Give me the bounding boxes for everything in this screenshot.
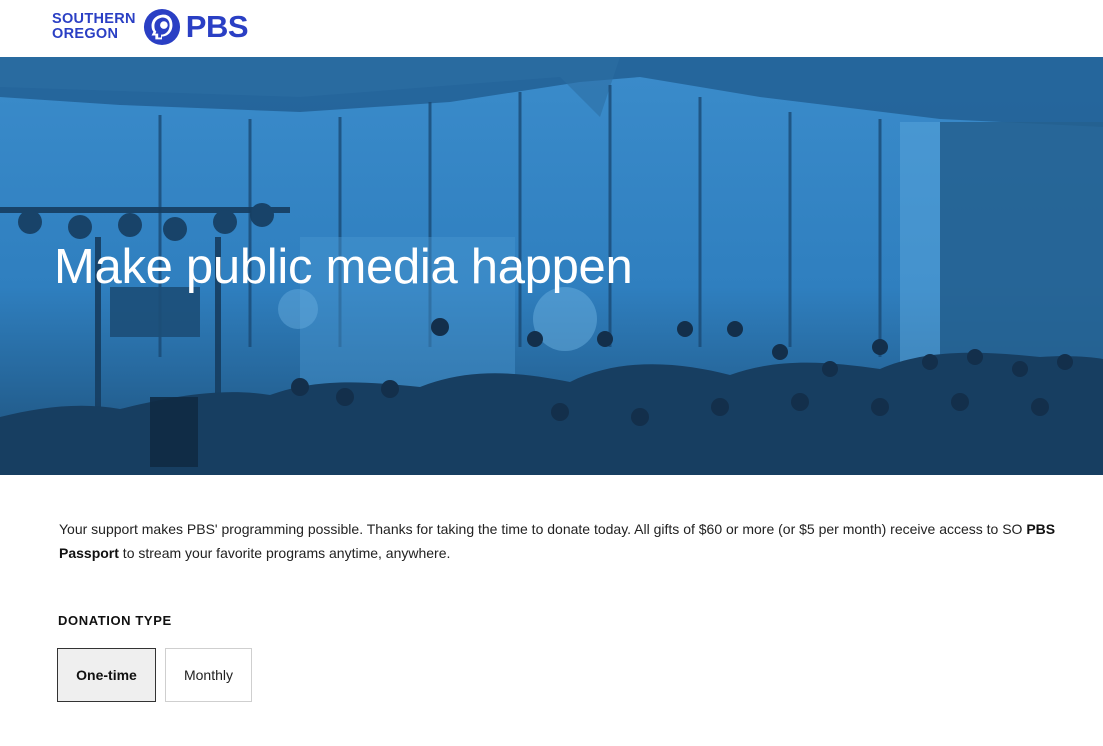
pbs-head-icon (143, 8, 180, 46)
southern-oregon-pbs-logo[interactable]: SOUTHERN OREGON PBS (52, 6, 249, 48)
one-time-donation-button[interactable]: One-time (57, 648, 156, 702)
site-header: SOUTHERN OREGON PBS (0, 0, 1103, 57)
logo-line-oregon: OREGON (52, 26, 119, 42)
monthly-donation-button[interactable]: Monthly (165, 648, 252, 702)
intro-text: Your support makes PBS' programming poss… (59, 517, 1069, 565)
intro-text-before: Your support makes PBS' programming poss… (59, 521, 1027, 537)
logo-wordmark: SOUTHERN OREGON (52, 12, 136, 42)
logo-line-southern: SOUTHERN (52, 11, 136, 27)
intro-text-after: to stream your favorite programs anytime… (118, 545, 451, 561)
hero-title: Make public media happen (54, 240, 633, 294)
donation-type-heading: DONATION TYPE (58, 613, 172, 628)
hero-banner: Make public media happen (0, 57, 1103, 475)
logo-pbs-text: PBS (185, 9, 249, 44)
